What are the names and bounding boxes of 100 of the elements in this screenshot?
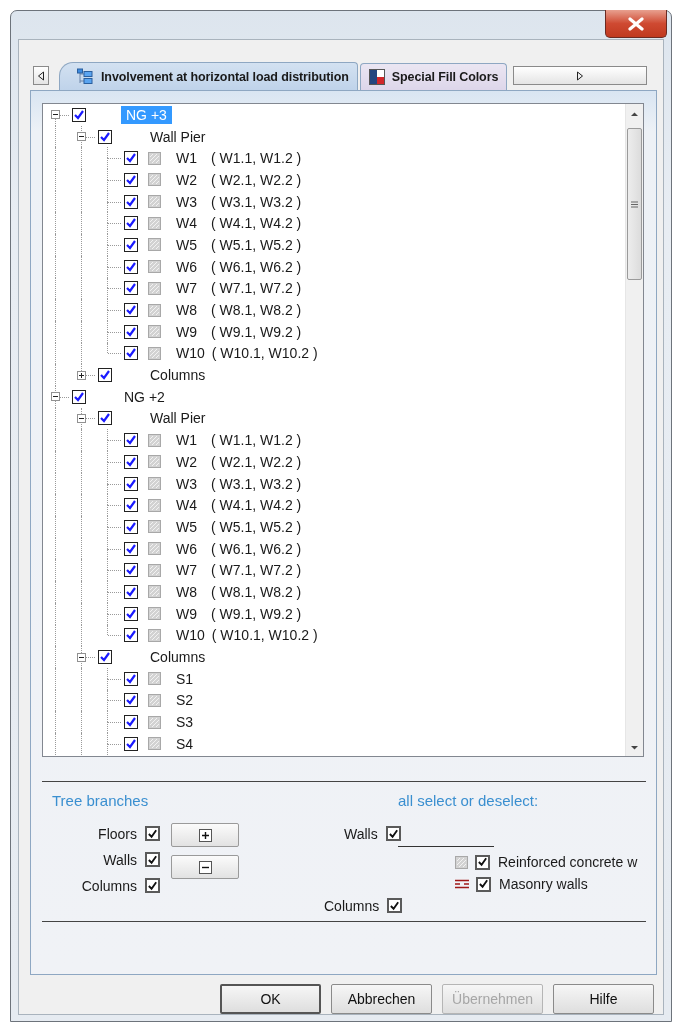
dialog-button[interactable]: Abbrechen: [331, 984, 432, 1014]
option-label: Masonry walls: [499, 876, 588, 892]
tree-item-label[interactable]: W6: [173, 257, 207, 276]
hatch-icon: [148, 693, 161, 707]
checkbox[interactable]: [124, 584, 138, 599]
dialog-button[interactable]: Hilfe: [553, 984, 654, 1014]
option-label: Columns: [81, 877, 137, 894]
checkbox[interactable]: [145, 852, 160, 867]
tab[interactable]: Special Fill Colors: [359, 63, 508, 90]
hatch-icon: [148, 628, 161, 642]
checkbox[interactable]: [124, 346, 138, 361]
tree-item-label[interactable]: W6: [173, 539, 207, 558]
checkbox[interactable]: [124, 628, 138, 643]
tree-item-label[interactable]: Columns: [147, 648, 209, 667]
collapse-toggle[interactable]: [77, 413, 86, 423]
checkbox[interactable]: [124, 498, 138, 513]
checkbox[interactable]: [124, 606, 138, 621]
checkbox[interactable]: [145, 878, 160, 893]
checkbox[interactable]: [98, 129, 112, 144]
group-title: all select or deselect:: [398, 792, 540, 809]
checkbox[interactable]: [124, 237, 138, 252]
checkbox[interactable]: [98, 650, 112, 665]
scrollbar-thumb[interactable]: [627, 128, 642, 280]
checkbox[interactable]: [124, 519, 138, 534]
tree-item-label[interactable]: W5: [173, 235, 207, 254]
tree-item-label[interactable]: W7: [173, 279, 207, 298]
tree-item-label[interactable]: W10: [173, 626, 208, 645]
tree-item-label[interactable]: W9: [173, 322, 207, 341]
left-arrow-icon: [37, 70, 45, 81]
collapse-toggle[interactable]: [51, 392, 60, 402]
tree-item-label[interactable]: W8: [173, 301, 207, 320]
checkbox[interactable]: [385, 826, 401, 841]
tab-scroll-left-button[interactable]: [33, 66, 49, 85]
checkbox[interactable]: [124, 433, 138, 448]
checkbox[interactable]: [124, 693, 138, 708]
tree-item-label[interactable]: W4: [173, 496, 207, 515]
checkbox[interactable]: [124, 671, 138, 686]
tree-item-label[interactable]: W3: [173, 474, 207, 493]
checkbox[interactable]: [124, 194, 138, 209]
tree-item-label[interactable]: W2: [173, 170, 207, 189]
tree-item-label[interactable]: Columns: [147, 366, 209, 385]
scrollbar[interactable]: [625, 104, 643, 756]
dialog-button[interactable]: OK: [220, 984, 321, 1014]
tree-item-label[interactable]: W1: [173, 149, 207, 168]
checkbox[interactable]: [124, 281, 138, 296]
checkbox[interactable]: [124, 476, 138, 491]
tree-item-label[interactable]: S1: [173, 669, 207, 688]
expand-all-button[interactable]: [171, 823, 239, 847]
tree-item-label[interactable]: Wall Pier: [147, 127, 209, 146]
tree-item-label[interactable]: W1: [173, 431, 207, 450]
tree-item-label[interactable]: W3: [173, 192, 207, 211]
grip-icon: [631, 200, 638, 208]
checkbox[interactable]: [124, 324, 138, 339]
checkbox[interactable]: [124, 563, 138, 578]
checkbox[interactable]: [124, 172, 138, 187]
checkbox[interactable]: [475, 854, 490, 870]
checkbox[interactable]: [476, 876, 491, 892]
checkbox[interactable]: [124, 715, 138, 730]
tree-item-label[interactable]: W10: [173, 344, 208, 363]
tree-item-label[interactable]: W9: [173, 604, 207, 623]
tree-item-label[interactable]: W8: [173, 582, 207, 601]
checkbox[interactable]: [72, 107, 86, 122]
tree-item-label[interactable]: NG +2: [121, 387, 168, 406]
checkbox[interactable]: [145, 826, 160, 841]
tree-item-detail: ( W6.1, W6.2 ): [211, 258, 302, 275]
group-title: Tree branches: [52, 792, 150, 809]
hatch-icon: [148, 260, 161, 274]
hatch-icon: [148, 542, 161, 556]
tree-item-label[interactable]: W5: [173, 517, 207, 536]
checkbox[interactable]: [98, 368, 112, 383]
tree-item-label[interactable]: S4: [173, 734, 207, 753]
tree-item-detail: ( W5.1, W5.2 ): [211, 518, 302, 535]
tab-scroll-right-button[interactable]: [513, 66, 647, 85]
minus-icon: [198, 860, 212, 874]
checkbox[interactable]: [124, 216, 138, 231]
tree-item-label[interactable]: S2: [173, 691, 207, 710]
collapse-toggle[interactable]: [77, 132, 86, 142]
tree-item-label[interactable]: W2: [173, 452, 207, 471]
tree-item-label[interactable]: S3: [173, 713, 207, 732]
checkbox[interactable]: [124, 303, 138, 318]
tree-item-label[interactable]: Wall Pier: [147, 409, 209, 428]
checkbox[interactable]: [124, 454, 138, 469]
collapse-all-button[interactable]: [171, 855, 239, 879]
collapse-toggle[interactable]: [77, 652, 86, 662]
tab[interactable]: Involvement at horizontal load distribution: [59, 62, 358, 90]
checkbox[interactable]: [98, 411, 112, 426]
collapse-toggle[interactable]: [51, 110, 60, 120]
checkbox[interactable]: [124, 541, 138, 556]
close-button[interactable]: [605, 10, 667, 38]
checkbox[interactable]: [124, 151, 138, 166]
checkbox[interactable]: [387, 898, 403, 913]
expand-toggle[interactable]: [77, 370, 86, 380]
checkbox[interactable]: [124, 736, 138, 751]
checkbox[interactable]: [124, 259, 138, 274]
tree-item-label[interactable]: W4: [173, 214, 207, 233]
hatch-icon: [148, 585, 161, 599]
checkbox[interactable]: [72, 389, 86, 404]
hatch-icon: [148, 325, 161, 339]
tree-item-label[interactable]: W7: [173, 561, 207, 580]
hatch-icon: [148, 563, 161, 577]
